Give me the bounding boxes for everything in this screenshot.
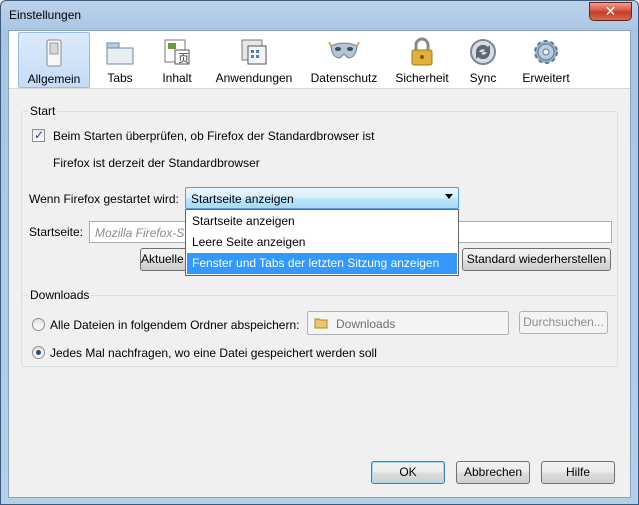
restore-default-button[interactable]: Standard wiederherstellen (462, 248, 611, 271)
dialog-client-area: Allgemein Tabs 页 Inhalt Anwendungen Date… (8, 30, 631, 498)
when-start-value: Startseite anzeigen (191, 192, 294, 206)
when-start-select[interactable]: Startseite anzeigen (185, 187, 459, 209)
tab-allgemein[interactable]: Allgemein (18, 32, 90, 88)
cancel-button[interactable]: Abbrechen (456, 461, 530, 484)
tab-label: Allgemein (27, 72, 81, 86)
radio-selected-dot (36, 350, 41, 355)
default-browser-status: Firefox ist derzeit der Standardbrowser (53, 156, 260, 170)
tab-label: Inhalt (162, 71, 192, 85)
tab-label: Sicherheit (395, 71, 449, 85)
tab-label: Sync (469, 71, 497, 85)
browse-button[interactable]: Durchsuchen... (519, 311, 608, 334)
always-ask-label: Jedes Mal nachfragen, wo eine Datei gesp… (50, 346, 377, 360)
applications-icon (241, 39, 267, 65)
save-to-folder-radio[interactable] (32, 318, 45, 331)
dropdown-option-blank[interactable]: Leere Seite anzeigen (187, 232, 457, 253)
always-ask-radio[interactable] (32, 346, 45, 359)
check-default-label: Beim Starten überprüfen, ob Firefox der … (53, 129, 375, 143)
content-icon: 页 (164, 39, 190, 65)
tab-label: Tabs (107, 71, 133, 85)
download-folder-field: Downloads (307, 311, 509, 335)
dropdown-option-last-session[interactable]: Fenster und Tabs der letzten Sitzung anz… (187, 253, 457, 274)
tab-label: Anwendungen (215, 71, 293, 85)
tab-datenschutz[interactable]: Datenschutz (305, 32, 383, 88)
settings-window: Einstellungen ✕ Allgemein Tabs 页 Inhalt … (0, 0, 639, 505)
start-group: Start ✓ Beim Starten überprüfen, ob Fire… (21, 104, 618, 307)
switch-icon (46, 39, 62, 67)
tab-sync[interactable]: Sync (460, 32, 506, 88)
homepage-placeholder: Mozilla Firefox-Startseite (95, 226, 190, 240)
tab-label: Erweitert (522, 71, 570, 85)
chevron-down-icon (445, 194, 453, 199)
help-button[interactable]: Hilfe (541, 461, 615, 484)
gear-icon (534, 40, 558, 64)
tabs-icon (106, 42, 134, 65)
downloads-legend: Downloads (28, 288, 92, 302)
svg-text:页: 页 (178, 53, 189, 65)
preferences-toolbar: Allgemein Tabs 页 Inhalt Anwendungen Date… (9, 31, 630, 89)
checkmark-icon: ✓ (34, 128, 45, 142)
check-default-checkbox[interactable]: ✓ (32, 128, 45, 142)
window-title: Einstellungen (9, 8, 82, 22)
tab-erweitert[interactable]: Erweitert (514, 32, 578, 88)
tab-inhalt[interactable]: 页 Inhalt (150, 32, 204, 88)
mask-icon (328, 41, 360, 59)
tab-label: Datenschutz (310, 71, 378, 85)
when-start-label: Wenn Firefox gestartet wird: (29, 192, 179, 206)
save-to-folder-label: Alle Dateien in folgendem Ordner abspeic… (50, 318, 300, 332)
download-folder-value: Downloads (336, 317, 396, 331)
close-button[interactable]: ✕ (589, 2, 632, 21)
tab-tabs[interactable]: Tabs (95, 32, 145, 88)
downloads-group: Downloads Alle Dateien in folgendem Ordn… (21, 288, 618, 367)
folder-icon (314, 318, 328, 329)
tab-anwendungen[interactable]: Anwendungen (210, 32, 298, 88)
title-bar[interactable]: Einstellungen ✕ (1, 1, 638, 29)
start-legend: Start (28, 104, 58, 118)
homepage-label: Startseite: (29, 225, 84, 239)
tab-sicherheit[interactable]: Sicherheit (390, 32, 454, 88)
ok-button[interactable]: OK (371, 461, 445, 484)
when-start-dropdown: Startseite anzeigen Leere Seite anzeigen… (185, 209, 459, 276)
padlock-icon (411, 37, 433, 66)
sync-icon (470, 39, 496, 65)
use-current-pages-button[interactable]: Aktuelle Seiten verwenden (140, 248, 190, 271)
dropdown-option-homepage[interactable]: Startseite anzeigen (187, 211, 457, 232)
